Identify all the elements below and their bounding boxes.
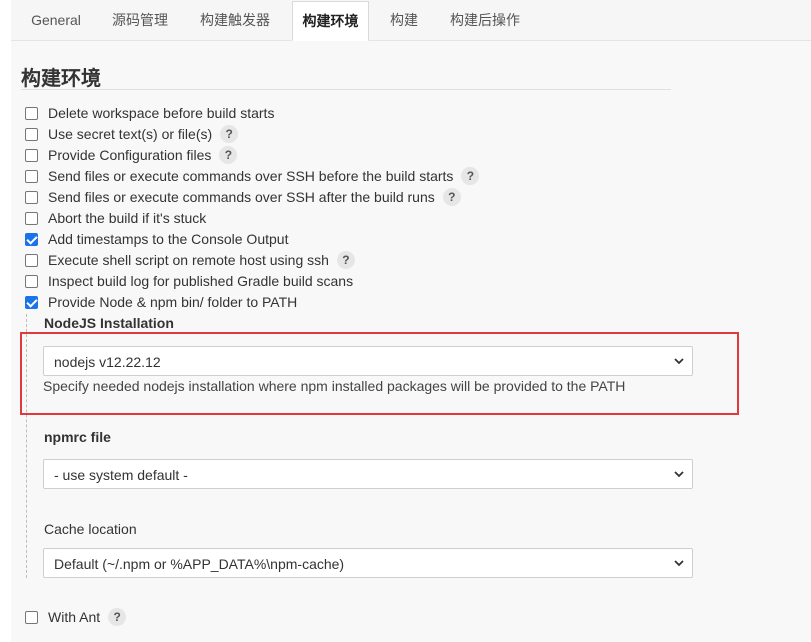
- help-icon[interactable]: ?: [442, 188, 461, 206]
- chevron-down-icon: [674, 560, 684, 567]
- help-icon[interactable]: ?: [336, 251, 355, 269]
- checkbox[interactable]: [25, 211, 38, 225]
- option-label: Execute shell script on remote host usin…: [48, 252, 329, 268]
- option-label: With Ant: [48, 609, 101, 625]
- npmrc-file-select[interactable]: - use system default -: [43, 459, 693, 489]
- cache-location-label: Cache location: [44, 521, 137, 537]
- option-label: Send files or execute commands over SSH …: [48, 189, 435, 205]
- checkbox-checked[interactable]: [25, 295, 38, 309]
- option-gradle-build-scans[interactable]: Inspect build log for published Gradle b…: [25, 272, 353, 290]
- help-icon[interactable]: ?: [461, 167, 480, 185]
- tab-build-triggers[interactable]: 构建触发器: [190, 0, 280, 40]
- tab-general[interactable]: General: [23, 0, 89, 40]
- checkbox[interactable]: [25, 610, 38, 624]
- option-ssh-before-build[interactable]: Send files or execute commands over SSH …: [25, 167, 480, 185]
- selected-value: Default (~/.npm or %APP_DATA%\npm-cache): [54, 556, 345, 572]
- option-label: Use secret text(s) or file(s): [48, 126, 213, 142]
- selected-value: - use system default -: [54, 467, 188, 483]
- option-abort-if-stuck[interactable]: Abort the build if it's stuck: [25, 209, 206, 227]
- option-label: Inspect build log for published Gradle b…: [48, 273, 354, 289]
- section-title: 构建环境: [21, 68, 101, 90]
- section-divider: [21, 89, 671, 90]
- option-with-ant[interactable]: With Ant ?: [25, 608, 127, 626]
- option-label: Abort the build if it's stuck: [48, 210, 207, 226]
- tab-post-build-actions[interactable]: 构建后操作: [440, 0, 530, 40]
- option-secret-text[interactable]: Use secret text(s) or file(s) ?: [25, 125, 239, 143]
- option-label: Delete workspace before build starts: [48, 105, 275, 121]
- option-provide-node-npm[interactable]: Provide Node & npm bin/ folder to PATH: [25, 293, 297, 311]
- option-remote-shell-script[interactable]: Execute shell script on remote host usin…: [25, 251, 355, 269]
- checkbox[interactable]: [25, 274, 38, 288]
- checkbox[interactable]: [25, 148, 38, 162]
- checkbox[interactable]: [25, 190, 38, 204]
- option-label: Provide Configuration files: [48, 147, 212, 163]
- option-label: Add timestamps to the Console Output: [48, 231, 289, 247]
- checkbox[interactable]: [25, 253, 38, 267]
- help-icon[interactable]: ?: [220, 125, 239, 143]
- nodejs-installation-label: NodeJS Installation: [44, 315, 174, 331]
- checkbox[interactable]: [25, 127, 38, 141]
- npmrc-file-label: npmrc file: [44, 429, 111, 445]
- checkbox[interactable]: [25, 169, 38, 183]
- option-add-timestamps[interactable]: Add timestamps to the Console Output: [25, 230, 288, 248]
- tab-source-code-management[interactable]: 源码管理: [100, 0, 180, 40]
- option-delete-workspace[interactable]: Delete workspace before build starts: [25, 104, 274, 122]
- option-label: Send files or execute commands over SSH …: [48, 168, 454, 184]
- checkbox-checked[interactable]: [25, 232, 38, 246]
- option-label: Provide Node & npm bin/ folder to PATH: [48, 294, 298, 310]
- cache-location-select[interactable]: Default (~/.npm or %APP_DATA%\npm-cache): [43, 548, 693, 578]
- help-icon[interactable]: ?: [219, 146, 238, 164]
- option-ssh-after-build[interactable]: Send files or execute commands over SSH …: [25, 188, 461, 206]
- checkbox[interactable]: [25, 106, 38, 120]
- chevron-down-icon: [674, 471, 684, 478]
- tab-build[interactable]: 构建: [380, 0, 428, 40]
- highlight-box: [20, 332, 739, 415]
- option-config-files[interactable]: Provide Configuration files ?: [25, 146, 238, 164]
- help-icon[interactable]: ?: [108, 608, 127, 626]
- tab-build-environment[interactable]: 构建环境: [292, 1, 369, 41]
